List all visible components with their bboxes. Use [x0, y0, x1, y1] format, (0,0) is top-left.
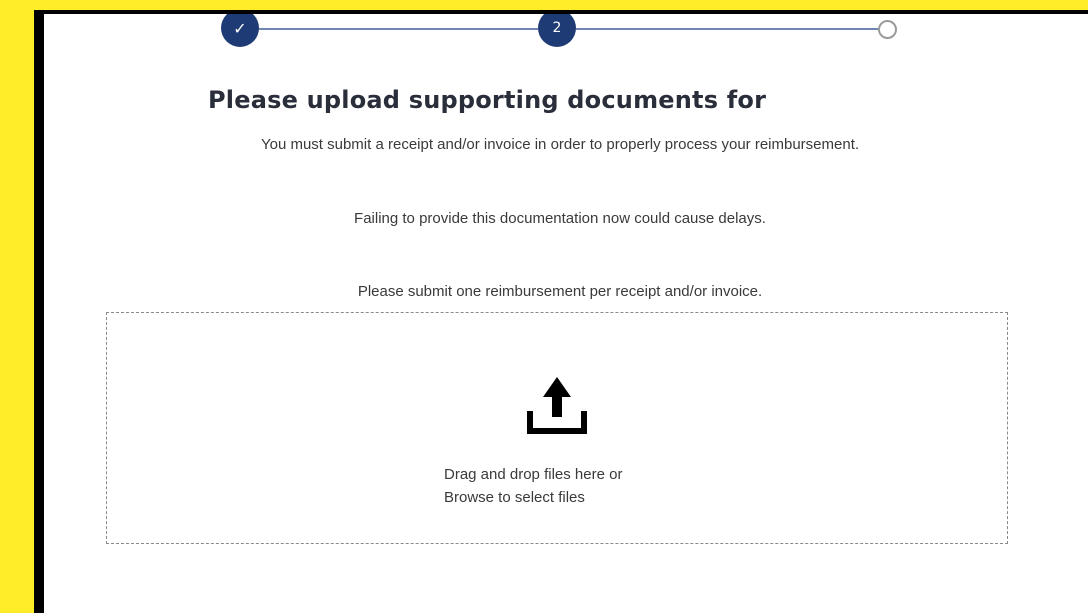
instruction-delays-warning: Failing to provide this documentation no…	[354, 210, 766, 227]
step-3-pending	[878, 20, 897, 39]
browse-files-link[interactable]: Browse to select files	[444, 486, 622, 509]
step-1-complete-icon: ✓	[221, 14, 259, 47]
step-2-current: 2	[538, 14, 576, 47]
stepper-line-1	[259, 28, 538, 30]
dropzone-drag-text: Drag and drop files here or	[444, 466, 623, 483]
checkmark-icon: ✓	[233, 18, 247, 38]
instruction-receipt-required: You must submit a receipt and/or invoice…	[260, 136, 860, 153]
page-title: Please upload supporting documents for	[208, 86, 767, 114]
instruction-one-per-receipt: Please submit one reimbursement per rece…	[357, 283, 763, 300]
progress-stepper: ✓ 2	[44, 14, 1088, 54]
dropzone-text: Drag and drop files here or Browse to se…	[444, 463, 622, 509]
upload-icon	[527, 377, 587, 434]
stepper-line-2	[576, 28, 878, 30]
upload-panel: ✓ 2 Please upload supporting documents f…	[44, 14, 1088, 613]
step-2-number: 2	[552, 20, 562, 36]
file-dropzone[interactable]: Drag and drop files here or Browse to se…	[106, 312, 1008, 544]
